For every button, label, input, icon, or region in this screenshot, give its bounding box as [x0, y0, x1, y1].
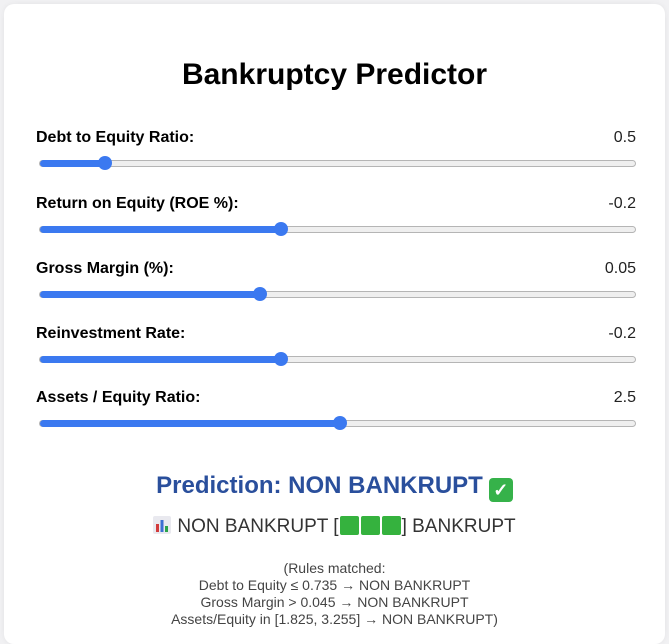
slider-track[interactable]	[39, 226, 636, 233]
rules-header: (Rules matched:	[283, 560, 386, 576]
slider-label: Debt to Equity Ratio:	[36, 129, 195, 146]
check-mark-icon: ✓	[488, 478, 513, 502]
scale-left-label: NON BANKRUPT [	[177, 516, 339, 537]
predictor-card: Bankruptcy Predictor Debt to Equity Rati…	[4, 4, 665, 644]
slider-fill	[40, 160, 106, 167]
prediction-result: Prediction: NON BANKRUPT ✓	[4, 472, 665, 502]
rule-line: Debt to Equity ≤ 0.735 → NON BANKRUPT	[198, 577, 471, 593]
rule-line: Gross Margin > 0.045 → NON BANKRUPT	[200, 594, 469, 610]
slider-thumb[interactable]	[97, 156, 112, 170]
scale-block	[339, 516, 359, 535]
slider-value: 0.05	[604, 260, 636, 277]
slider-thumb[interactable]	[333, 416, 348, 430]
slider-value: -0.2	[608, 325, 636, 342]
slider-fill	[40, 356, 282, 363]
slider-label: Reinvestment Rate:	[36, 325, 186, 342]
slider-track[interactable]	[39, 160, 636, 167]
slider-thumb[interactable]	[273, 222, 288, 236]
prediction-text: Prediction: NON BANKRUPT	[156, 472, 483, 499]
slider-value: -0.2	[608, 195, 636, 212]
slider-label: Assets / Equity Ratio:	[36, 389, 201, 406]
rule-line: Assets/Equity in [1.825, 3.255] → NON BA…	[171, 611, 498, 627]
slider-track[interactable]	[39, 291, 636, 298]
slider-fill	[40, 226, 282, 233]
slider-fill	[40, 420, 342, 427]
scale-right-label: ] BANKRUPT	[401, 516, 516, 537]
slider-label: Gross Margin (%):	[36, 260, 174, 277]
rules-matched: (Rules matched: Debt to Equity ≤ 0.735 →…	[4, 560, 665, 628]
slider-label: Return on Equity (ROE %):	[36, 195, 239, 212]
slider-value: 0.5	[613, 129, 636, 146]
scale-blocks	[339, 516, 402, 537]
scale-block	[360, 516, 380, 535]
slider-thumb[interactable]	[252, 287, 267, 301]
page-title: Bankruptcy Predictor	[181, 58, 488, 91]
slider-track[interactable]	[39, 356, 636, 363]
bar-chart-icon	[153, 516, 172, 534]
slider-value: 2.5	[613, 389, 636, 406]
prediction-scale: NON BANKRUPT [ ] BANKRUPT	[4, 516, 665, 538]
slider-fill	[40, 291, 261, 298]
scale-block	[381, 516, 401, 535]
slider-thumb[interactable]	[273, 352, 288, 366]
